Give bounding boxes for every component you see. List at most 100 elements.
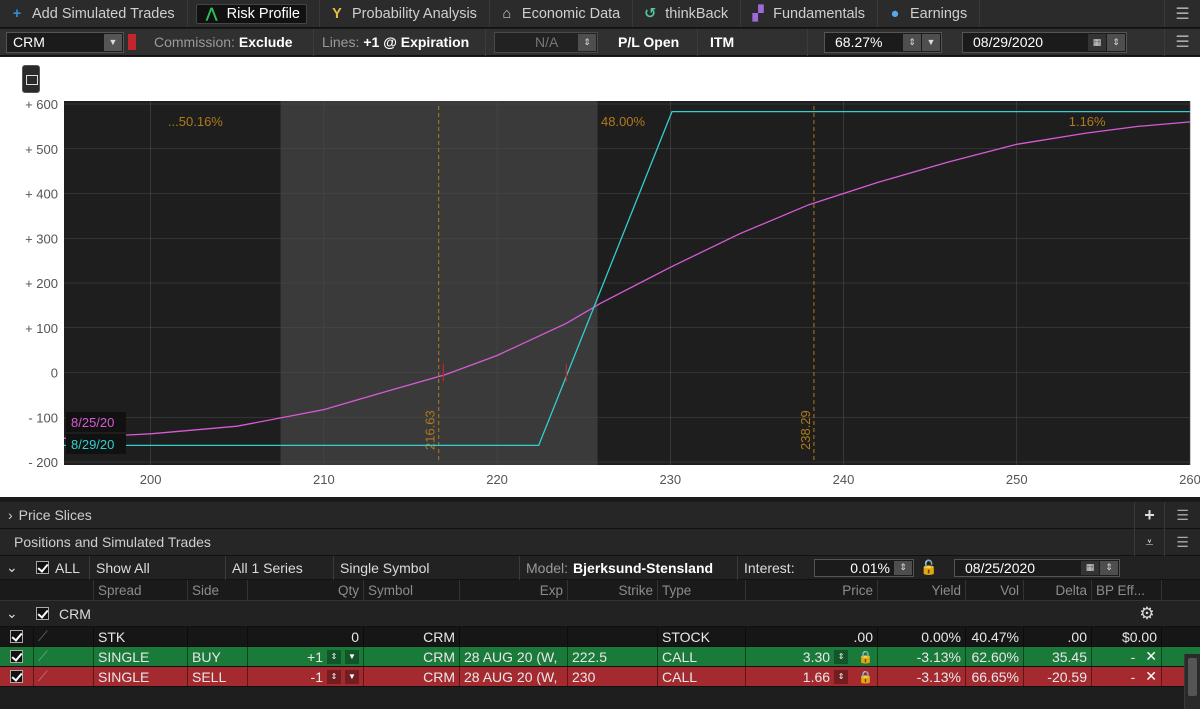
remove-icon[interactable]: ✕ — [1145, 648, 1157, 665]
stepper-icon[interactable]: ⇕ — [834, 649, 849, 664]
row-checkbox-cell[interactable] — [0, 626, 34, 647]
cell-price-text: 1.66 — [802, 668, 831, 685]
pl-mode-selector[interactable]: P/L Open — [606, 28, 698, 56]
expand-all-toggle[interactable]: ⌄ — [0, 556, 30, 580]
cell-qty[interactable]: +1 ⇕ ▼ — [248, 646, 364, 667]
lock-icon[interactable]: 🔒 — [858, 670, 873, 684]
row-checkbox[interactable] — [10, 650, 23, 663]
symbol-mode-selector[interactable]: Single Symbol — [334, 555, 520, 580]
table-row[interactable]: ⟋ SINGLE SELL -1 ⇕ ▼ CRM 28 AUG 20 (W, 230 CALL 1.… — [0, 666, 1200, 687]
tabbar-menu-icon[interactable]: ☰ — [1164, 0, 1200, 27]
cell-type[interactable]: CALL — [658, 666, 746, 687]
cell-spread[interactable]: SINGLE — [94, 666, 188, 687]
cell-side[interactable]: BUY — [188, 646, 248, 667]
tab-probability-analysis[interactable]: Y Probability Analysis — [320, 0, 490, 27]
column-header-delta[interactable]: Delta — [1024, 579, 1092, 601]
commission-control[interactable]: Commission: Exclude — [146, 28, 314, 56]
row-checkbox-cell[interactable] — [0, 666, 34, 687]
row-checkbox[interactable] — [10, 670, 23, 683]
lines-control[interactable]: Lines: +1 @ Expiration — [314, 28, 486, 56]
column-header-type[interactable]: Type — [658, 579, 746, 601]
probability-input[interactable]: 68.27% ⇕ ▼ — [824, 31, 942, 53]
lock-icon[interactable]: 🔒 — [858, 650, 873, 664]
show-all-selector[interactable]: Show All — [90, 555, 226, 580]
column-header-symbol[interactable]: Symbol — [364, 579, 460, 601]
group-select-cell[interactable]: CRM — [30, 602, 1130, 626]
cell-price[interactable]: .00 — [746, 626, 878, 647]
row-checkbox[interactable] — [10, 630, 23, 643]
cell-qty[interactable]: 0 — [248, 626, 364, 647]
column-header-price[interactable]: Price — [746, 579, 878, 601]
stepper-icon[interactable]: ⇕ — [834, 669, 849, 684]
row-checkbox-cell[interactable] — [0, 646, 34, 667]
menu-icon[interactable]: ☰ — [1164, 528, 1200, 556]
column-header-bp-eff[interactable]: BP Eff... — [1092, 579, 1162, 601]
collapse-icon[interactable]: ⩡ — [1134, 528, 1164, 556]
tab-risk-profile[interactable]: ⋀ Risk Profile — [188, 0, 320, 27]
group-row-crm[interactable]: ⌄ CRM ⚙ — [0, 601, 1200, 627]
stepper-icon[interactable]: ⇕ — [1107, 33, 1125, 51]
tab-economic-data[interactable]: ⌂ Economic Data — [490, 0, 634, 27]
cell-qty[interactable]: -1 ⇕ ▼ — [248, 666, 364, 687]
model-selector[interactable]: Model: Bjerksund-Stensland — [520, 555, 738, 580]
cell-spread[interactable]: SINGLE — [94, 646, 188, 667]
group-expand-toggle[interactable]: ⌄ — [0, 602, 30, 626]
gear-icon[interactable]: ⚙ — [1130, 602, 1164, 626]
probability-label: 1.16% — [1069, 114, 1106, 129]
risk-profile-chart[interactable]: + 600 + 500 + 400 + 300 + 200 + 100 0 - 100 - 20… — [0, 57, 1200, 497]
column-header-spread[interactable]: Spread — [94, 579, 188, 601]
group-checkbox[interactable] — [36, 607, 49, 620]
column-header-vol[interactable]: Vol — [966, 579, 1024, 601]
column-header-qty[interactable]: Qty — [248, 579, 364, 601]
cell-strike — [568, 626, 658, 647]
cell-side[interactable]: SELL — [188, 666, 248, 687]
column-header-exp[interactable]: Exp — [460, 579, 568, 601]
stepper-icon[interactable]: ⇕ — [327, 669, 341, 684]
itm-selector[interactable]: ITM — [698, 28, 808, 56]
series-selector[interactable]: All 1 Series — [226, 555, 334, 580]
stepper-icon[interactable]: ⇕ — [1100, 560, 1118, 575]
stepper-icon[interactable]: ⇕ — [327, 649, 341, 664]
interest-input[interactable]: 0.01% ⇕ — [814, 558, 914, 577]
remove-icon[interactable]: ✕ — [1145, 668, 1157, 685]
cell-exp[interactable]: 28 AUG 20 (W, — [460, 646, 568, 667]
calendar-icon[interactable]: ▦ — [1088, 33, 1106, 51]
date-input[interactable]: 08/29/2020 ▦ ⇕ — [962, 31, 1127, 53]
interest-value: 0.01% — [850, 559, 890, 576]
column-header-side[interactable]: Side — [188, 579, 248, 601]
stepper-icon[interactable]: ⇕ — [903, 33, 921, 51]
select-all-cell[interactable]: ALL — [30, 555, 90, 580]
table-row[interactable]: ⟋ SINGLE BUY +1 ⇕ ▼ CRM 28 AUG 20 (W, 222.5 CALL 3… — [0, 646, 1200, 667]
table-row[interactable]: ⟋ STK 0 CRM STOCK .00 0.00% 40.47% .00 $0.00 — [0, 626, 1200, 647]
plus-icon[interactable]: + — [1134, 501, 1164, 529]
cell-type[interactable]: CALL — [658, 646, 746, 667]
cell-price[interactable]: 1.66 ⇕ 🔒 — [746, 666, 878, 687]
tab-earnings[interactable]: ● Earnings — [878, 0, 981, 27]
cell-exp-text: 28 AUG 20 (W, — [464, 668, 558, 685]
column-header-strike[interactable]: Strike — [568, 579, 658, 601]
chevron-down-icon[interactable]: ▼ — [345, 649, 359, 664]
menu-icon[interactable]: ☰ — [1164, 501, 1200, 529]
stepper-icon[interactable]: ⇕ — [894, 560, 912, 575]
chevron-down-icon[interactable]: ▼ — [345, 669, 359, 684]
chevron-down-icon[interactable]: ▼ — [104, 33, 122, 51]
offset-input[interactable]: N/A ⇕ — [494, 31, 598, 53]
price-slices-header[interactable]: › Price Slices + ☰ — [0, 501, 1200, 529]
analysis-date-input[interactable]: 08/25/2020 ▦ ⇕ — [954, 558, 1120, 577]
symbol-selector[interactable]: CRM ▼ — [6, 31, 124, 53]
cell-price[interactable]: 3.30 ⇕ 🔒 — [746, 646, 878, 667]
tab-add-simulated-trades[interactable]: + Add Simulated Trades — [0, 0, 188, 27]
ctrlbar-menu-icon[interactable]: ☰ — [1164, 28, 1200, 56]
tab-fundamentals[interactable]: ▞ Fundamentals — [741, 0, 879, 27]
cell-exp[interactable]: 28 AUG 20 (W, — [460, 666, 568, 687]
select-all-checkbox[interactable] — [36, 561, 49, 574]
unlock-icon[interactable]: 🔓 — [914, 556, 944, 580]
calendar-icon[interactable]: ▦ — [1081, 560, 1099, 575]
column-header-yield[interactable]: Yield — [878, 579, 966, 601]
chevron-down-icon[interactable]: ▼ — [922, 33, 940, 51]
stepper-icon[interactable]: ⇕ — [578, 33, 596, 51]
tab-thinkback[interactable]: ↺ thinkBack — [633, 0, 742, 27]
vertical-scrollbar[interactable] — [1184, 654, 1200, 709]
cell-strike[interactable]: 230 — [568, 666, 658, 687]
cell-strike[interactable]: 222.5 — [568, 646, 658, 667]
